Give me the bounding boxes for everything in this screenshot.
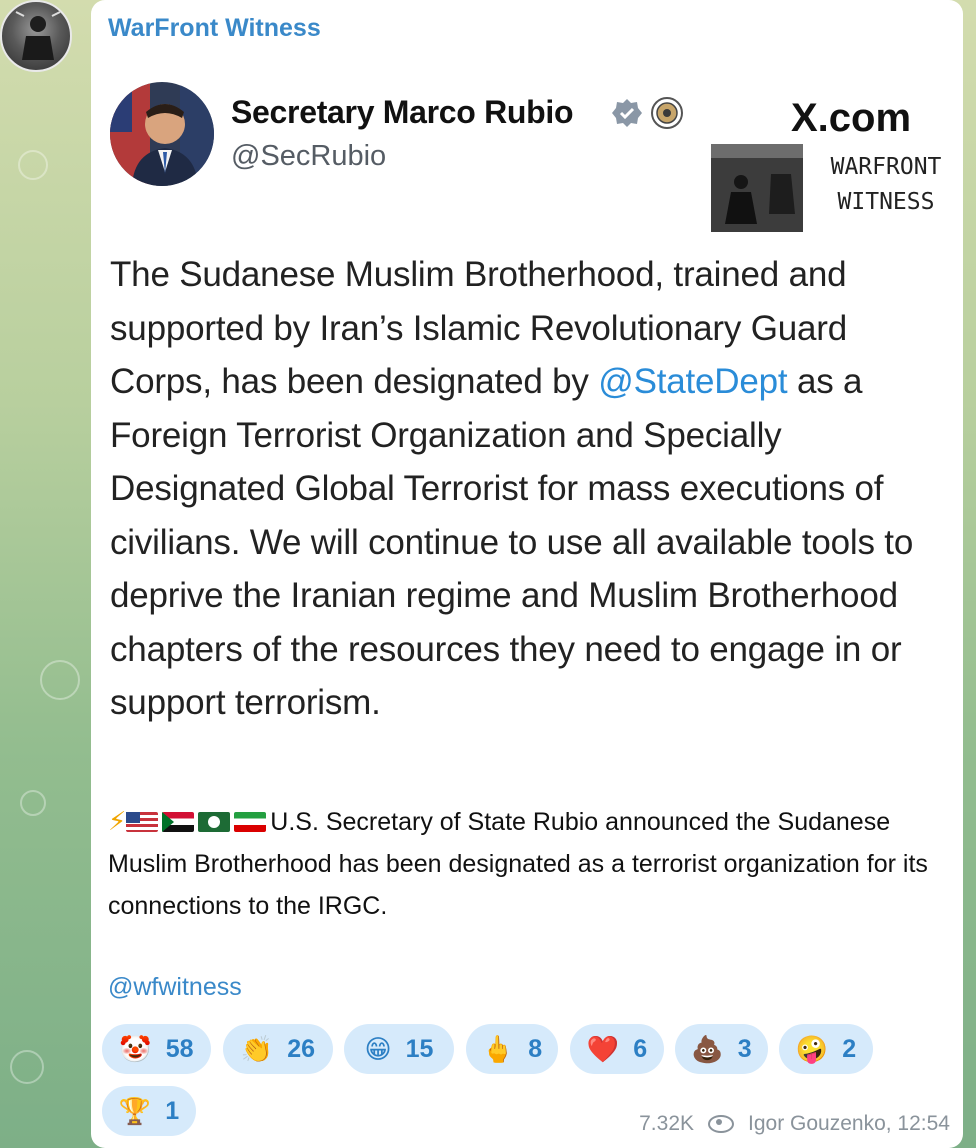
warfront-witness-logo [711, 144, 803, 232]
reaction-count: 58 [165, 1034, 194, 1063]
reaction-poop[interactable]: 💩 3 [675, 1024, 768, 1074]
reaction-heart[interactable]: ❤️ 6 [570, 1024, 664, 1074]
reaction-clap[interactable]: 👏 26 [223, 1024, 333, 1074]
tweet-author-name: Secretary Marco Rubio [231, 94, 574, 130]
platform-label: X.com [791, 96, 912, 140]
iran-flag-icon [234, 812, 267, 832]
background-doodle [10, 1050, 44, 1084]
reaction-count: 1 [165, 1096, 180, 1125]
grinning-face-icon: 😁 [364, 1033, 392, 1064]
author-avatar [110, 82, 214, 186]
muslim-brotherhood-flag-icon [198, 812, 231, 832]
reaction-grin[interactable]: 😁 15 [344, 1024, 454, 1074]
channel-name[interactable]: WarFront Witness [108, 14, 321, 43]
reaction-count: 15 [405, 1034, 434, 1063]
reaction-count: 3 [737, 1034, 752, 1063]
tweet-screenshot[interactable]: Secretary Marco Rubio @SecRubio X.com WA… [91, 70, 963, 780]
tweet-author-handle: @SecRubio [231, 140, 387, 172]
channel-avatar[interactable] [0, 0, 72, 72]
lightning-icon: ⚡ [108, 806, 127, 836]
middle-finger-icon: 🖕 [481, 1033, 515, 1064]
background-doodle [20, 790, 46, 816]
trophy-icon: 🏆 [118, 1095, 152, 1126]
reaction-trophy[interactable]: 🏆 1 [102, 1086, 196, 1136]
eye-icon [708, 1115, 735, 1133]
caption-text: U.S. Secretary of State Rubio announced … [108, 808, 928, 920]
reaction-middle-finger[interactable]: 🖕 8 [466, 1024, 558, 1074]
reaction-count: 6 [633, 1034, 648, 1063]
watermark-line: WARFRONT [830, 154, 942, 180]
soldier-icon [15, 11, 61, 60]
background-doodle [40, 660, 80, 700]
us-flag-icon [126, 812, 159, 832]
clown-icon: 🤡 [119, 1033, 152, 1064]
reaction-zany[interactable]: 🤪 2 [779, 1024, 873, 1074]
sudan-flag-icon [162, 812, 195, 832]
tweet-text-part: as a Foreign Terrorist Organization and … [110, 362, 914, 722]
watermark-line: WITNESS [837, 189, 935, 215]
tweet-body: The Sudanese Muslim Brotherhood, trained… [110, 248, 950, 730]
poop-icon: 💩 [691, 1033, 724, 1064]
view-count: 7.32K [639, 1112, 695, 1135]
heart-icon: ❤️ [586, 1033, 620, 1064]
reaction-count: 2 [842, 1034, 857, 1063]
state-department-seal-icon [651, 97, 683, 129]
author-and-time: Igor Gouzenko, 12:54 [748, 1112, 950, 1135]
reaction-count: 8 [528, 1034, 543, 1063]
channel-link[interactable]: @wfwitness [108, 973, 242, 1002]
reaction-clown[interactable]: 🤡 58 [102, 1024, 211, 1074]
watermark-text: WARFRONT WITNESS [821, 150, 951, 220]
background-doodle [18, 150, 48, 180]
verified-badge-icon [612, 99, 642, 127]
clapping-hands-icon: 👏 [240, 1033, 274, 1064]
tweet-mention-link[interactable]: @StateDept [598, 362, 787, 401]
zany-face-icon: 🤪 [795, 1033, 829, 1064]
message-meta: 7.32K Igor Gouzenko, 12:54 [639, 1112, 950, 1136]
message-caption: ⚡ U.S. Secretary of State Rubio announced… [108, 800, 938, 927]
reaction-count: 26 [287, 1034, 316, 1063]
